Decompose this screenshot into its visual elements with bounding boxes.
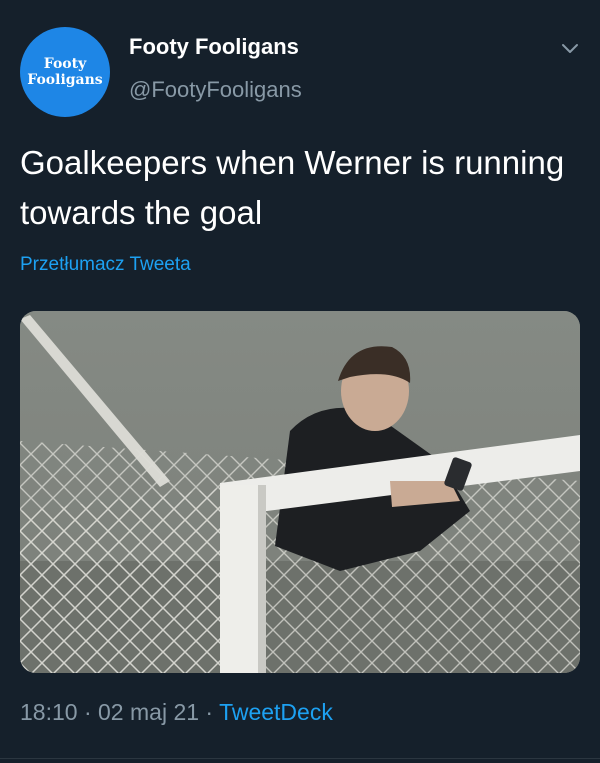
tweet-time[interactable]: 18:10	[20, 699, 78, 725]
avatar[interactable]: Footy Fooligans	[20, 27, 110, 117]
meta-separator: ·	[77, 699, 99, 725]
tweet-media-image[interactable]	[20, 311, 580, 673]
chevron-down-icon[interactable]	[558, 36, 582, 60]
tweet-meta: 18:10 · 02 maj 21 · TweetDeck	[20, 699, 333, 726]
tweet-card: Footy Fooligans Footy Fooligans @FootyFo…	[0, 0, 600, 763]
tweet-text: Goalkeepers when Werner is running towar…	[20, 144, 565, 231]
author-display-name[interactable]: Footy Fooligans	[129, 34, 299, 60]
divider	[0, 758, 600, 759]
tweet-date[interactable]: 02 maj 21	[98, 699, 199, 725]
author-handle[interactable]: @FootyFooligans	[129, 77, 302, 103]
translate-tweet-link[interactable]: Przetłumacz Tweeta	[20, 254, 191, 276]
avatar-text-line-2: Fooligans	[27, 72, 103, 88]
meta-separator-2: ·	[199, 699, 220, 725]
avatar-text-line-1: Footy	[43, 56, 87, 72]
tweet-source-link[interactable]: TweetDeck	[219, 699, 333, 725]
media-photo	[20, 311, 580, 673]
